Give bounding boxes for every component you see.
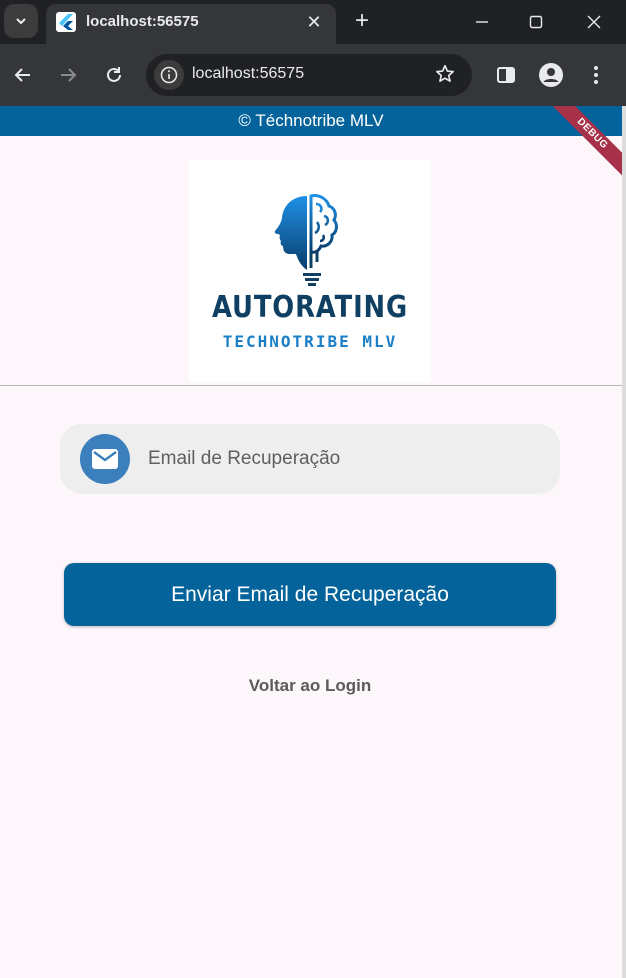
flutter-favicon-icon bbox=[56, 12, 76, 32]
chevron-down-icon bbox=[16, 18, 26, 25]
header-divider bbox=[0, 385, 622, 386]
profile-icon[interactable] bbox=[536, 60, 566, 90]
tab-title: localhost:56575 bbox=[86, 13, 199, 30]
window-edge bbox=[622, 106, 626, 978]
back-to-login-link[interactable]: Voltar ao Login bbox=[0, 676, 620, 696]
new-tab-button[interactable]: + bbox=[348, 8, 376, 36]
back-icon[interactable] bbox=[8, 60, 38, 90]
close-tab-icon[interactable]: ✕ bbox=[302, 10, 326, 34]
copyright-bar: © Téchnotribe MLV bbox=[0, 106, 622, 136]
site-info-icon[interactable] bbox=[154, 60, 184, 90]
bookmark-star-icon[interactable] bbox=[434, 63, 456, 90]
maximize-icon[interactable] bbox=[518, 8, 554, 36]
menu-icon[interactable] bbox=[581, 60, 611, 90]
logo-subtitle: TECHNOTRIBE MLV bbox=[222, 332, 398, 351]
url-text: localhost:56575 bbox=[192, 65, 305, 82]
minimize-icon[interactable] bbox=[464, 8, 500, 36]
reload-icon[interactable] bbox=[99, 60, 129, 90]
side-panel-icon[interactable] bbox=[491, 60, 521, 90]
recovery-email-input[interactable] bbox=[148, 444, 538, 474]
address-bar[interactable]: localhost:56575 bbox=[146, 54, 472, 96]
browser-tab[interactable]: localhost:56575 ✕ bbox=[46, 4, 336, 44]
brain-head-logo-icon bbox=[274, 194, 338, 286]
app-logo: AUTORATING TECHNOTRIBE MLV bbox=[189, 160, 431, 382]
browser-tab-strip: localhost:56575 ✕ + bbox=[0, 0, 626, 44]
logo-title: AUTORATING bbox=[211, 290, 409, 325]
mail-icon bbox=[80, 434, 130, 484]
browser-toolbar: localhost:56575 bbox=[0, 44, 626, 106]
tab-search-button[interactable] bbox=[4, 4, 38, 38]
page-viewport: © Téchnotribe MLV DEBUG AUTORATING TECHN… bbox=[0, 106, 622, 978]
recovery-email-field[interactable] bbox=[60, 424, 560, 494]
send-recovery-email-button[interactable]: Enviar Email de Recuperação bbox=[64, 563, 556, 626]
window-close-icon[interactable] bbox=[576, 8, 612, 36]
forward-icon[interactable] bbox=[53, 60, 83, 90]
